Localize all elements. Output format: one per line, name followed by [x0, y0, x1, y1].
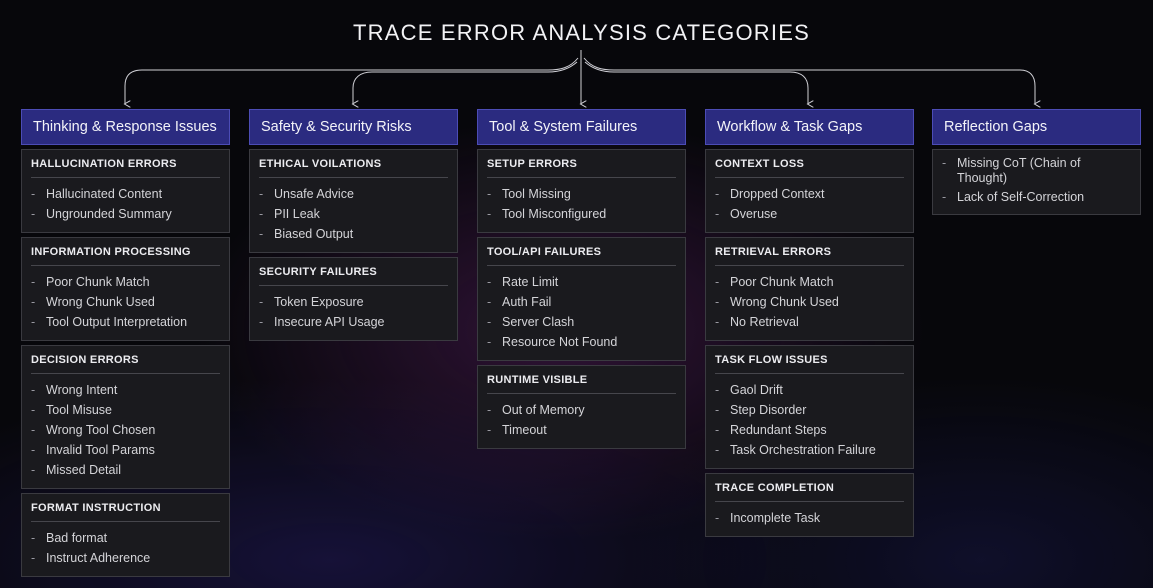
list-item: - Missing CoT (Chain of Thought)	[942, 156, 1081, 185]
list-item: - Token Exposure	[259, 295, 364, 309]
list-item: - Out of Memory	[487, 403, 585, 417]
list-item: - Lack of Self-Correction	[942, 190, 1085, 204]
group-title: HALLUCINATION ERRORS	[31, 158, 220, 178]
list-item: - Instruct Adherence	[31, 551, 151, 565]
column-header: Reflection Gaps	[932, 109, 1141, 145]
list-item: - Tool Misuse	[31, 403, 112, 417]
list-item: - Rate Limit	[487, 275, 559, 289]
list-item: - Overuse	[715, 207, 778, 221]
list-item: - Missed Detail	[31, 463, 122, 477]
group-title: FORMAT INSTRUCTION	[31, 502, 220, 522]
list-item: - PII Leak	[259, 207, 320, 221]
list-item: - Step Disorder	[715, 403, 807, 417]
list-item: - Poor Chunk Match	[31, 275, 150, 289]
group-title: RUNTIME VISIBLE	[487, 374, 676, 394]
list-item: - No Retrieval	[715, 315, 799, 329]
list-item: - Unsafe Advice	[259, 187, 354, 201]
group-title: INFORMATION PROCESSING	[31, 246, 220, 266]
list-item: - Poor Chunk Match	[715, 275, 834, 289]
group-card: RUNTIME VISIBLE - Out of Memory - Timeout	[477, 365, 686, 449]
column-header: Workflow & Task Gaps	[705, 109, 914, 145]
connector-to-reflection	[583, 57, 1035, 104]
list-item: - Dropped Context	[715, 187, 825, 201]
list-item: - Tool Misconfigured	[487, 207, 607, 221]
list-item: - Ungrounded Summary	[31, 207, 172, 221]
list-item: - Resource Not Found	[487, 335, 618, 349]
group-card: INFORMATION PROCESSING - Poor Chunk Match…	[21, 237, 230, 341]
list-item: - Task Orchestration Failure	[715, 443, 876, 457]
list-item: - Invalid Tool Params	[31, 443, 155, 457]
list-item: - Timeout	[487, 423, 547, 437]
group-card: FORMAT INSTRUCTION - Bad format - Instruct…	[21, 493, 230, 577]
list-item: - Wrong Chunk Used	[31, 295, 155, 309]
column-header: Thinking & Response Issues	[21, 109, 230, 145]
list-item: - Gaol Drift	[715, 383, 783, 397]
list-item: - Tool Output Interpretation	[31, 315, 188, 329]
group-card: CONTEXT LOSS - Dropped Context - Overuse	[705, 149, 914, 233]
column-safety-security: Safety & Security Risks ETHICAL VOILATIO…	[249, 109, 458, 345]
group-card: TRACE COMPLETION - Incomplete Task	[705, 473, 914, 537]
group-title: SECURITY FAILURES	[259, 266, 448, 286]
group-card: SETUP ERRORS - Tool Missing - Tool Misconf…	[477, 149, 686, 233]
group-title: TASK FLOW ISSUES	[715, 354, 904, 374]
page-title: TRACE ERROR ANALYSIS CATEGORIES	[353, 20, 810, 45]
list-item: - Biased Output	[259, 227, 354, 241]
group-card: HALLUCINATION ERRORS - Hallucinated Conte…	[21, 149, 230, 233]
group-card: RETRIEVAL ERRORS - Poor Chunk Match - Wron…	[705, 237, 914, 341]
group-card: DECISION ERRORS - Wrong Intent - Tool Misu…	[21, 345, 230, 489]
group-title: ETHICAL VOILATIONS	[259, 158, 448, 178]
connector-to-safety	[353, 61, 578, 104]
list-item: - Incomplete Task	[715, 511, 821, 525]
list-item: - Insecure API Usage	[259, 315, 385, 329]
group-title: SETUP ERRORS	[487, 158, 676, 178]
column-header: Tool & System Failures	[477, 109, 686, 145]
group-title: RETRIEVAL ERRORS	[715, 246, 904, 266]
group-card: ETHICAL VOILATIONS - Unsafe Advice - PII L…	[249, 149, 458, 253]
column-workflow-task: Workflow & Task Gaps CONTEXT LOSS - Dropp…	[705, 109, 914, 541]
group-card: - Missing CoT (Chain of Thought) - Lack of…	[932, 149, 1141, 215]
connector-to-thinking	[125, 57, 579, 104]
column-header: Safety & Security Risks	[249, 109, 458, 145]
group-title: DECISION ERRORS	[31, 354, 220, 374]
list-item: - Bad format	[31, 531, 108, 545]
list-item: - Hallucinated Content	[31, 187, 163, 201]
group-title: TOOL/API FAILURES	[487, 246, 676, 266]
group-card: TOOL/API FAILURES - Rate Limit - Auth Fail…	[477, 237, 686, 361]
list-item: - Auth Fail	[487, 295, 552, 309]
group-title: TRACE COMPLETION	[715, 482, 904, 502]
group-card: TASK FLOW ISSUES - Gaol Drift - Step Disor…	[705, 345, 914, 469]
list-item: - Tool Missing	[487, 187, 571, 201]
group-card: SECURITY FAILURES - Token Exposure - Insec…	[249, 257, 458, 341]
column-thinking-response: Thinking & Response Issues HALLUCINATION…	[21, 109, 230, 581]
connector-tree	[0, 50, 1153, 120]
list-item: - Wrong Intent	[31, 383, 118, 397]
list-item: - Wrong Tool Chosen	[31, 423, 156, 437]
group-title: CONTEXT LOSS	[715, 158, 904, 178]
list-item: - Redundant Steps	[715, 423, 827, 437]
column-tool-system: Tool & System Failures SETUP ERRORS - Too…	[477, 109, 686, 453]
list-item: - Wrong Chunk Used	[715, 295, 839, 309]
column-reflection: Reflection Gaps - Missing CoT (Chain of T…	[932, 109, 1141, 219]
list-item: - Server Clash	[487, 315, 575, 329]
connector-to-workflow	[584, 61, 808, 104]
